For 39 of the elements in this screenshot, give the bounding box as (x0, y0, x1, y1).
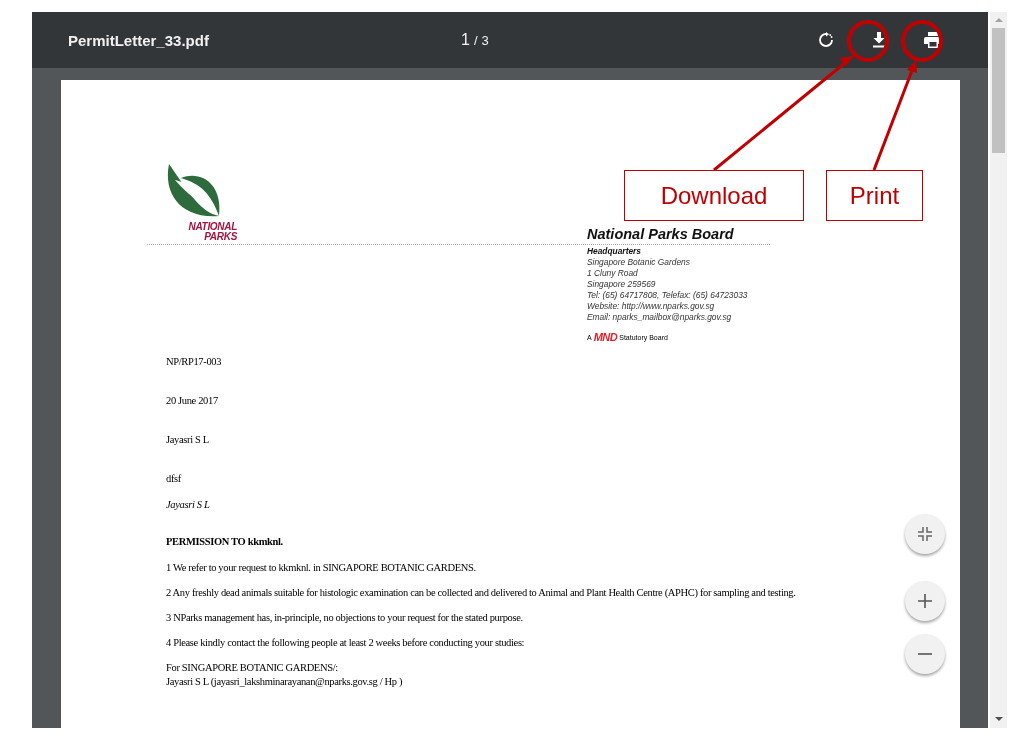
scroll-down-icon[interactable] (994, 717, 1003, 721)
address-line: Tel: (65) 64717808, Telefax: (65) 64723033 (587, 290, 749, 301)
paragraph: 4 Please kindly contact the following people at least 2 weeks before conducting your studies: (166, 636, 526, 650)
reference-number: NP/RP17-003 (166, 355, 223, 369)
recipient-name: Jayasri S L (166, 433, 210, 447)
organisation-name: National Parks Board (587, 226, 735, 242)
callout-label: Print (826, 170, 923, 221)
paragraph: 3 NParks management has, in-principle, no objections to your request for the stated purpose. (166, 611, 524, 625)
paragraph: 2 Any freshly dead animals suitable for histologic examination can be collected and delivered to Animal and Plant Health Centre (APHC) for sampling and testing. (166, 586, 797, 600)
letter-date: 20 June 2017 (166, 394, 219, 408)
paragraph: For SINGAPORE BOTANIC GARDENS/: (166, 661, 339, 675)
print-icon[interactable] (924, 32, 942, 48)
address-line: Email: nparks_mailbox@nparks.gov.sg (587, 312, 733, 323)
national-parks-logo: NATIONAL PARKS (159, 164, 237, 242)
callout-label: Download (624, 170, 804, 221)
highlight-circle (901, 20, 943, 62)
file-name: PermitLetter_33.pdf (68, 31, 210, 49)
address-heading: Headquarters (587, 246, 642, 257)
address-line: 1 Cluny Road (587, 268, 639, 279)
address-line: Singapore 259569 (587, 279, 657, 290)
scrollbar[interactable] (990, 12, 1007, 728)
paragraph: 1 We refer to your request to kkmknl. in SINGAPORE BOTANIC GARDENS. (166, 561, 477, 575)
page-count: 3 (481, 33, 489, 48)
download-icon[interactable] (872, 32, 886, 48)
highlight-circle (847, 20, 889, 62)
rotate-icon[interactable] (818, 32, 834, 48)
scroll-up-icon[interactable] (994, 18, 1003, 22)
address-line: Singapore Botanic Gardens (587, 257, 691, 268)
current-page: 1 (461, 31, 470, 49)
collapse-icon (918, 527, 932, 541)
letter-subject: PERMISSION TO kkmknl. (166, 535, 284, 549)
signature-name: Jayasri S L (166, 498, 211, 512)
paragraph: Jayasri S L (jayasri_lakshminarayanan@nparks.gov.sg / Hp ) (166, 675, 404, 689)
address-line: Website: http://www.nparks.gov.sg (587, 301, 716, 312)
ministry-logo: MND (593, 331, 618, 343)
letter-text: dfsf (166, 472, 182, 486)
scroll-thumb[interactable] (992, 28, 1005, 153)
page-separator: / (473, 33, 478, 48)
plus-icon (918, 594, 932, 608)
